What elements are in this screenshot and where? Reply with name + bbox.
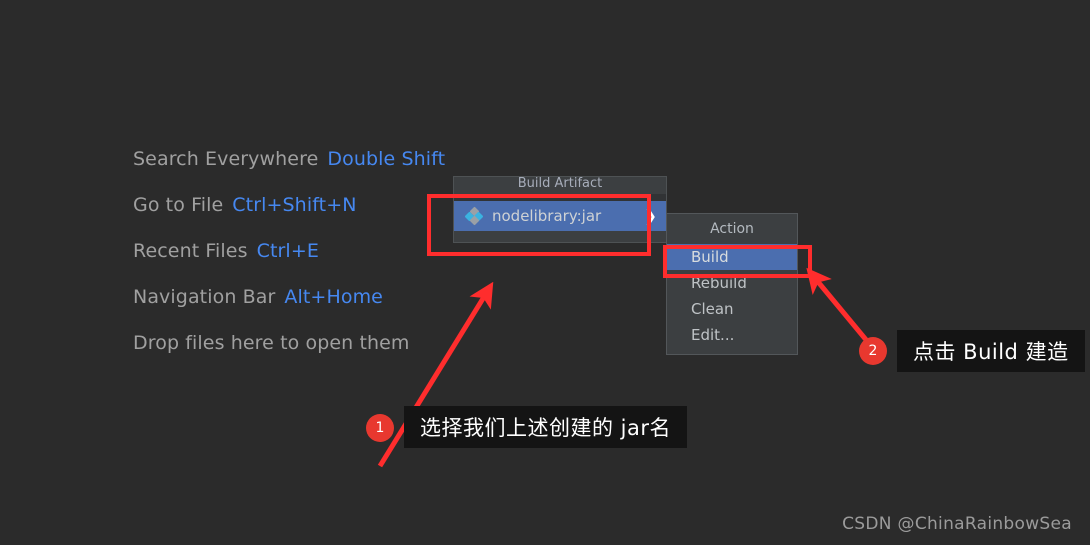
hint-label: Go to File (133, 194, 224, 216)
chevron-right-icon: ❯ (644, 207, 657, 225)
arrow-to-build-item (806, 267, 874, 349)
artifact-item-label: nodelibrary:jar (492, 207, 602, 225)
hint-label: Navigation Bar (133, 286, 276, 308)
hint-row-navigation-bar: Navigation Bar Alt+Home (133, 274, 553, 320)
hint-shortcut-key: Alt+Home (284, 286, 383, 308)
annotation-callout-2: 点击 Build 建造 (897, 330, 1085, 372)
annotation-badge-2: 2 (859, 337, 887, 365)
action-menu-item-rebuild[interactable]: Rebuild (667, 270, 797, 296)
hint-label: Drop files here to open them (133, 332, 410, 354)
hint-shortcut-key: Ctrl+E (256, 240, 319, 262)
action-menu-item-edit[interactable]: Edit... (667, 322, 797, 348)
annotation-callout-1: 选择我们上述创建的 jar名 (404, 406, 688, 448)
build-artifact-popup: Build Artifact nodelibrary:jar ❯ (453, 176, 667, 243)
artifact-diamond-icon (464, 206, 484, 226)
hint-label: Recent Files (133, 240, 248, 262)
action-menu-item-build[interactable]: Build (667, 244, 797, 270)
watermark: CSDN @ChinaRainbowSea (842, 514, 1072, 534)
artifact-item-nodelibrary-jar[interactable]: nodelibrary:jar ❯ (454, 201, 666, 231)
hint-label: Search Everywhere (133, 148, 319, 170)
annotation-badge-1: 1 (366, 414, 394, 442)
hint-shortcut-key: Ctrl+Shift+N (232, 194, 357, 216)
build-artifact-popup-title: Build Artifact (454, 177, 666, 194)
action-submenu: Action Build Rebuild Clean Edit... (666, 213, 798, 355)
popup-footer-spacer (454, 231, 666, 242)
hint-shortcut-key: Double Shift (327, 148, 446, 170)
screenshot-root: Search Everywhere Double Shift Go to Fil… (0, 0, 1090, 545)
hint-row-drop-files[interactable]: Drop files here to open them (133, 320, 553, 366)
welcome-shortcut-hints: Search Everywhere Double Shift Go to Fil… (133, 136, 553, 366)
action-menu-item-clean[interactable]: Clean (667, 296, 797, 322)
action-submenu-title: Action (710, 221, 754, 237)
popup-separator (454, 194, 666, 201)
